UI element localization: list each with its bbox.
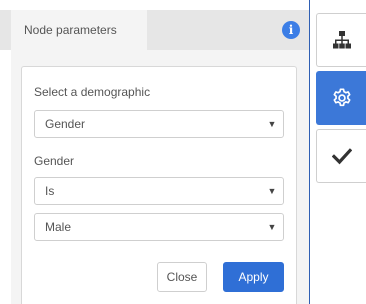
hierarchy-icon <box>332 31 351 49</box>
checkmark-icon <box>331 148 352 165</box>
close-button-label: Close <box>166 270 198 284</box>
value-select-value: Male <box>45 220 72 234</box>
rail-button-settings[interactable] <box>316 71 366 125</box>
rail-button-validate[interactable] <box>316 129 366 183</box>
gear-icon <box>332 88 351 107</box>
info-icon[interactable]: i <box>282 21 300 39</box>
demographic-label: Select a demographic <box>34 85 151 99</box>
apply-button[interactable]: Apply <box>223 262 284 292</box>
rail-button-hierarchy[interactable] <box>316 13 366 67</box>
chevron-down-icon: ▼ <box>267 186 277 196</box>
icon-rail <box>310 0 366 304</box>
parameters-card: Select a demographic Gender ▼ Gender Is … <box>21 66 297 304</box>
tab-node-parameters[interactable]: Node parameters <box>11 10 147 50</box>
tab-strip: Node parameters i <box>0 10 309 50</box>
tab-label: Node parameters <box>24 23 117 37</box>
value-select[interactable]: Male ▼ <box>34 213 284 241</box>
close-button[interactable]: Close <box>157 262 207 292</box>
condition-label: Gender <box>34 154 75 168</box>
node-parameters-panel: Node parameters i Select a demographic G… <box>0 0 310 304</box>
demographic-select[interactable]: Gender ▼ <box>34 110 284 138</box>
operator-select-value: Is <box>45 184 55 198</box>
operator-select[interactable]: Is ▼ <box>34 177 284 205</box>
demographic-select-value: Gender <box>45 117 86 131</box>
apply-button-label: Apply <box>238 270 269 284</box>
chevron-down-icon: ▼ <box>267 222 277 232</box>
chevron-down-icon: ▼ <box>267 119 277 129</box>
